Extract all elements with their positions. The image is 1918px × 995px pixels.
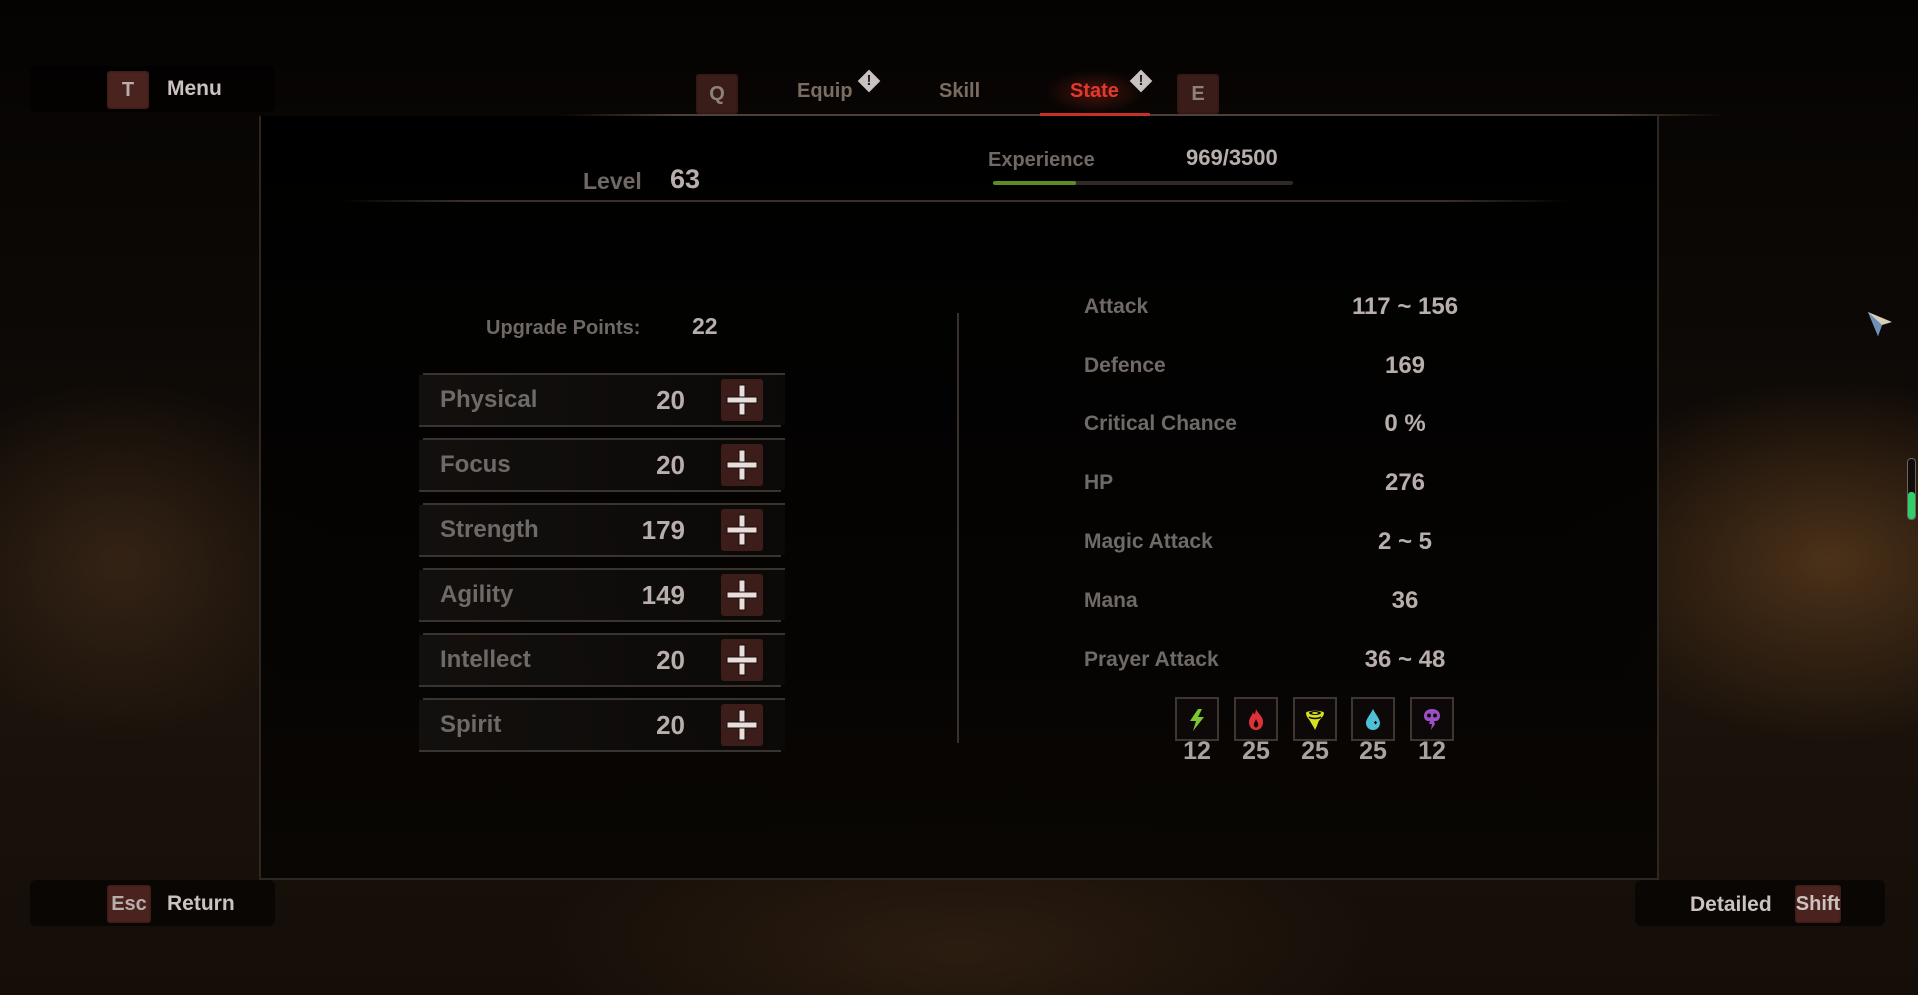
tab-state[interactable]: State	[1070, 80, 1119, 103]
water-drop-icon	[1366, 708, 1380, 730]
stat-row-agility: Agility 149	[419, 568, 785, 622]
detailed-key[interactable]: Shift	[1795, 885, 1841, 923]
attribute-value: 169	[1384, 352, 1426, 379]
lightning-resistance-slot	[1175, 697, 1219, 741]
stat-row-physical: Physical 20	[419, 373, 785, 427]
next-tab-key[interactable]: E	[1177, 74, 1219, 114]
attribute-value: 0 %	[1384, 410, 1426, 437]
attribute-label: Critical Chance	[1084, 412, 1237, 435]
tab-equip[interactable]: Equip	[797, 80, 853, 103]
prev-tab-key[interactable]: Q	[696, 74, 738, 114]
plus-icon	[726, 579, 758, 611]
stat-name: Physical	[440, 386, 538, 413]
experience-value: 969/3500	[1186, 145, 1278, 170]
attribute-value: 276	[1384, 469, 1426, 496]
attribute-label: Mana	[1084, 589, 1138, 612]
stat-value: 20	[656, 645, 685, 675]
plus-icon	[726, 449, 758, 481]
resistance-value: 25	[1301, 737, 1329, 765]
stat-name: Spirit	[440, 711, 502, 738]
return-button[interactable]: Return	[167, 892, 235, 916]
attribute-label: Attack	[1084, 295, 1149, 318]
increase-strength-button[interactable]	[721, 509, 763, 551]
plus-icon	[726, 644, 758, 676]
lightning-icon	[1190, 708, 1204, 731]
experience-bar-fill	[993, 181, 1077, 185]
stat-name: Strength	[440, 516, 539, 543]
side-gauge	[1907, 458, 1916, 520]
stat-value: 20	[656, 710, 685, 740]
stat-value: 20	[656, 385, 685, 415]
menu-key[interactable]: T	[107, 71, 149, 109]
upgrade-points-label: Upgrade Points:	[486, 317, 641, 339]
resistance-value: 12	[1183, 737, 1211, 765]
increase-physical-button[interactable]	[721, 379, 763, 421]
stat-name: Agility	[440, 581, 514, 608]
upgrade-points-value: 22	[692, 313, 718, 339]
resistance-value: 12	[1418, 737, 1446, 765]
poison-skull-icon	[1424, 708, 1440, 730]
stat-row-spirit: Spirit 20	[419, 698, 785, 752]
attribute-value: 2 ~ 5	[1377, 528, 1433, 555]
stat-value: 20	[656, 450, 685, 480]
mouse-cursor-icon	[1866, 310, 1896, 343]
state-alert-glyph: !	[1138, 72, 1144, 89]
fire-icon	[1249, 708, 1263, 730]
plus-icon	[726, 384, 758, 416]
stat-row-intellect: Intellect 20	[419, 633, 785, 687]
return-key[interactable]: Esc	[107, 885, 151, 923]
stat-name: Intellect	[440, 646, 531, 673]
plus-icon	[726, 709, 758, 741]
stat-row-focus: Focus 20	[419, 438, 785, 492]
stat-row-strength: Strength 179	[419, 503, 785, 557]
return-hint-bar	[30, 880, 275, 926]
side-gauge-fill	[1908, 492, 1915, 519]
stat-value: 149	[641, 580, 685, 610]
experience-label: Experience	[988, 149, 1095, 171]
menu-button[interactable]: Menu	[167, 77, 222, 101]
attribute-value: 117 ~ 156	[1351, 293, 1459, 320]
increase-focus-button[interactable]	[721, 444, 763, 486]
resistance-value: 25	[1242, 737, 1270, 765]
attribute-label: HP	[1084, 471, 1114, 494]
detailed-button[interactable]: Detailed	[1690, 893, 1772, 917]
menu-hint-bar	[30, 66, 275, 112]
fire-resistance-slot	[1234, 697, 1278, 741]
plus-icon	[726, 514, 758, 546]
header-divider	[340, 200, 1570, 202]
attribute-value: 36 ~ 48	[1364, 646, 1446, 673]
panel-divider	[957, 313, 959, 743]
increase-agility-button[interactable]	[721, 574, 763, 616]
water-drop-resistance-slot	[1351, 697, 1395, 741]
attribute-value: 36	[1391, 587, 1419, 614]
equip-alert-glyph: !	[866, 72, 872, 89]
experience-bar	[993, 181, 1293, 185]
increase-spirit-button[interactable]	[721, 704, 763, 746]
attribute-label: Defence	[1084, 354, 1166, 377]
wind-icon	[1306, 710, 1324, 730]
tab-skill[interactable]: Skill	[939, 80, 980, 103]
wind-resistance-slot	[1293, 697, 1337, 741]
attribute-label: Magic Attack	[1084, 530, 1213, 553]
attribute-label: Prayer Attack	[1084, 648, 1219, 671]
poison-skull-resistance-slot	[1410, 697, 1454, 741]
stat-name: Focus	[440, 451, 511, 478]
level-value: 63	[670, 164, 701, 194]
increase-intellect-button[interactable]	[721, 639, 763, 681]
stat-value: 179	[641, 515, 685, 545]
level-label: Level	[583, 168, 642, 194]
resistance-value: 25	[1359, 737, 1387, 765]
